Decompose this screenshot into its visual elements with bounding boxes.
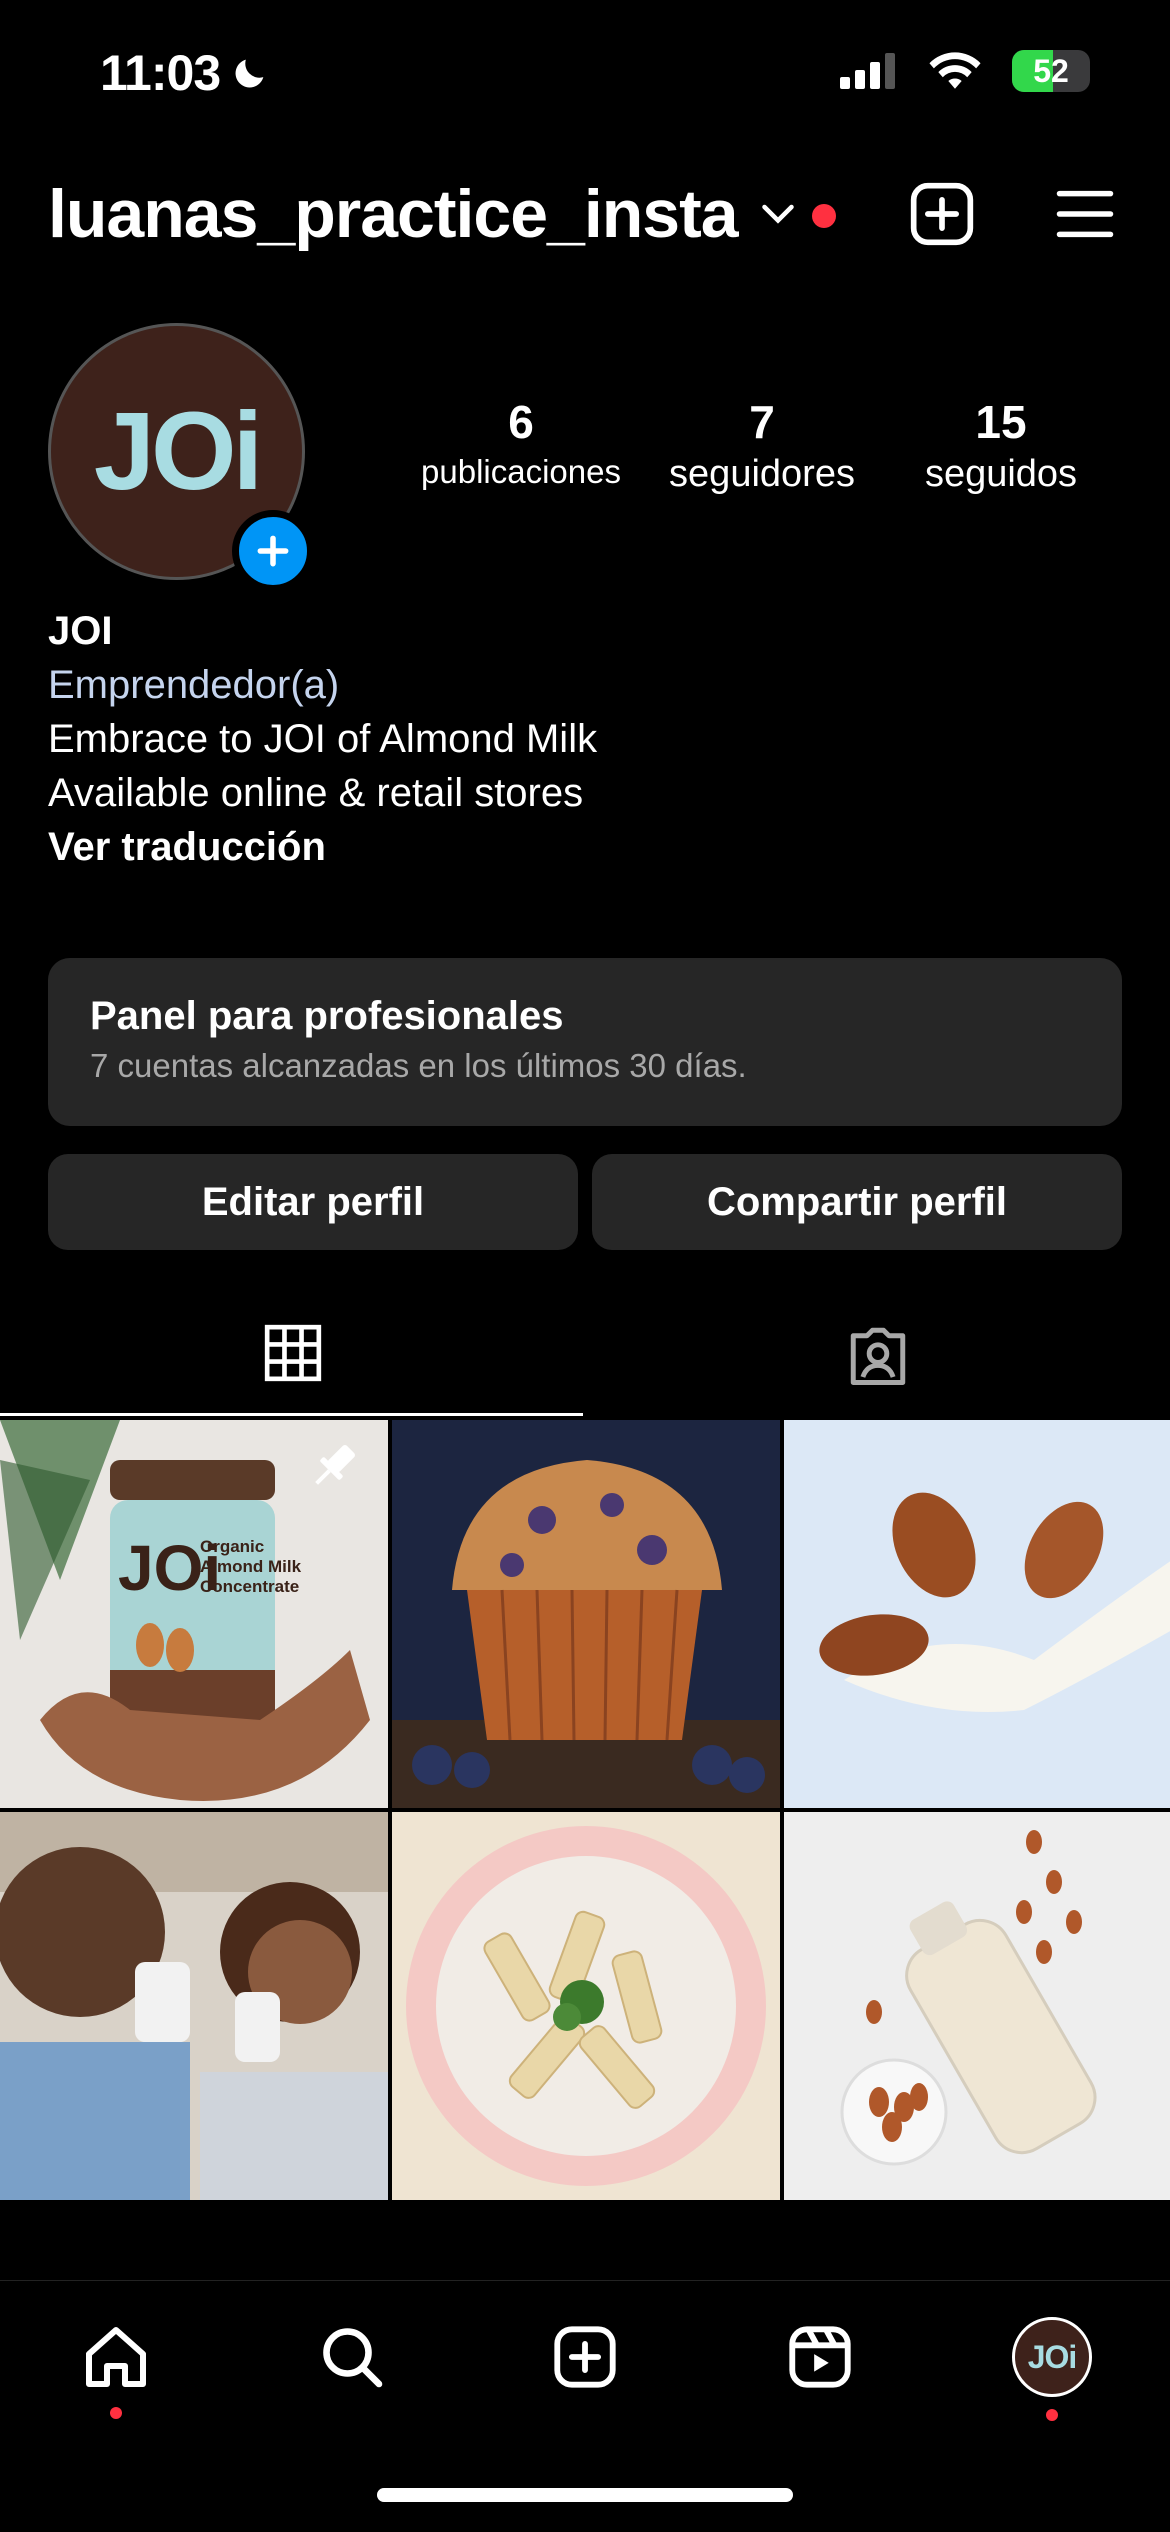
home-indicator[interactable] <box>377 2488 793 2502</box>
search-icon <box>323 2328 383 2388</box>
plus-icon <box>257 535 289 567</box>
avatar-logo-text: JOi <box>93 390 263 513</box>
status-indicators: 52 <box>840 50 1090 92</box>
home-icon <box>86 2327 146 2387</box>
create-icon <box>554 2326 616 2388</box>
svg-text:Concentrate: Concentrate <box>200 1577 299 1596</box>
stat-followers[interactable]: 7 seguidores <box>647 395 877 496</box>
reels-icon <box>789 2326 851 2388</box>
new-post-icon[interactable] <box>908 180 976 248</box>
posts-grid: JOi Organic Almond Milk Concentrate <box>0 1420 1170 2200</box>
post-thumbnail-jar[interactable]: JOi Organic Almond Milk Concentrate <box>0 1420 388 1808</box>
followers-label: seguidores <box>669 453 855 495</box>
menu-icon[interactable] <box>1054 186 1116 242</box>
profile-avatar-small: JOi <box>1012 2317 1092 2397</box>
nav-home[interactable] <box>76 2317 156 2397</box>
profile-category[interactable]: Emprendedor(a) <box>48 658 597 712</box>
avatar-logo-text-small: JOi <box>1027 2338 1078 2375</box>
followers-count: 7 <box>749 396 775 448</box>
post-thumbnail-pasta[interactable] <box>392 1812 780 2200</box>
posts-label: publicaciones <box>421 453 621 490</box>
profile-name: JOI <box>48 609 113 653</box>
nav-reels[interactable] <box>780 2317 860 2397</box>
posts-count: 6 <box>508 396 534 448</box>
edit-profile-button[interactable]: Editar perfil <box>48 1154 578 1250</box>
notification-dot <box>812 204 836 228</box>
post-thumbnail-almond-splash[interactable] <box>784 1420 1170 1808</box>
professional-dashboard[interactable]: Panel para profesionales 7 cuentas alcan… <box>48 958 1122 1126</box>
battery-percent: 52 <box>1033 52 1069 89</box>
add-story-button[interactable] <box>232 510 314 592</box>
nav-create[interactable] <box>545 2317 625 2397</box>
following-label: seguidos <box>924 453 1078 495</box>
stat-posts[interactable]: 6 publicaciones <box>406 395 636 491</box>
account-username-switcher[interactable]: luanas_practice_insta <box>48 175 739 253</box>
chevron-down-icon[interactable] <box>760 198 796 228</box>
moon-icon <box>235 59 264 88</box>
svg-text:Organic: Organic <box>200 1537 264 1556</box>
battery-charging-icon: 52 <box>1012 50 1090 92</box>
bio-line: Embrace to JOI of Almond Milk <box>48 717 598 761</box>
following-count: 15 <box>975 396 1027 448</box>
status-time: 11:03 <box>100 44 270 102</box>
share-profile-button[interactable]: Compartir perfil <box>592 1154 1122 1250</box>
time-text: 11:03 <box>100 45 221 101</box>
post-thumbnail-almond-milk-bottle[interactable] <box>784 1812 1170 2200</box>
nav-profile[interactable]: JOi <box>1012 2317 1092 2397</box>
see-translation-link[interactable]: Ver traducción <box>48 820 597 874</box>
post-thumbnail-family-milk[interactable] <box>0 1812 388 2200</box>
profile-notification-dot <box>1046 2409 1058 2421</box>
stat-following[interactable]: 15 seguidos <box>886 395 1116 496</box>
home-notification-dot <box>110 2407 122 2419</box>
svg-text:Almond Milk: Almond Milk <box>200 1557 302 1576</box>
tagged-tab-icon[interactable] <box>844 1322 912 1388</box>
cellular-signal-icon <box>840 53 895 89</box>
bottom-navigation: JOi <box>0 2280 1170 2430</box>
bio-line: Available online & retail stores <box>48 771 584 815</box>
dashboard-title: Panel para profesionales <box>90 994 564 1038</box>
wifi-icon <box>929 52 981 89</box>
dashboard-subtitle: 7 cuentas alcanzadas en los últimos 30 d… <box>90 1047 747 1084</box>
post-thumbnail-muffin[interactable] <box>392 1420 780 1808</box>
nav-search[interactable] <box>312 2317 392 2397</box>
grid-tab-icon[interactable] <box>262 1322 324 1384</box>
active-tab-indicator <box>0 1413 583 1416</box>
profile-bio: JOI Emprendedor(a) Embrace to JOI of Alm… <box>48 604 597 874</box>
